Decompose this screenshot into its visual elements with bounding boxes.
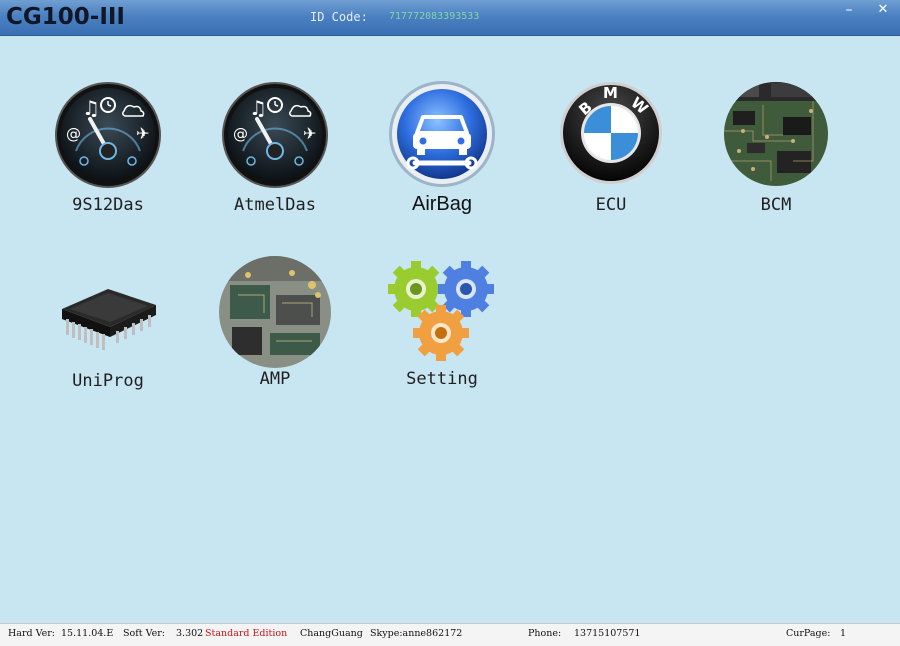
module-uniprog[interactable]: UniProg: [28, 257, 188, 407]
phone-value: 13715107571: [574, 628, 641, 639]
module-label: 9S12Das: [72, 195, 144, 215]
gauge-dashboard-icon: ♫ @ ✈: [222, 82, 328, 188]
bmw-logo-icon: B M W: [560, 82, 662, 184]
company-label: ChangGuang: [300, 628, 363, 639]
gears-icon: [388, 261, 494, 361]
app-title: CG100-III: [6, 4, 125, 30]
circuit-board-icon: [219, 256, 331, 368]
svg-text:@: @: [66, 125, 81, 143]
curpage-label: CurPage:: [786, 628, 831, 639]
module-setting[interactable]: Setting: [362, 259, 522, 409]
phone-label: Phone:: [528, 628, 562, 639]
module-label: AirBag: [411, 193, 473, 215]
module-9s12das[interactable]: ♫ @ ✈ 9S12Das: [28, 81, 188, 231]
module-airbag[interactable]: AirBag: [362, 79, 522, 229]
close-button[interactable]: ✕: [866, 0, 900, 22]
id-code-label: ID Code:: [310, 10, 368, 24]
module-label: UniProg: [72, 371, 144, 391]
module-bcm[interactable]: BCM: [696, 81, 856, 231]
svg-text:✈: ✈: [136, 124, 149, 143]
module-label: ECU: [595, 195, 627, 215]
module-grid: ♫ @ ✈ 9S12Das ♫ @ ✈ AtmelDas AirBag B M …: [0, 37, 900, 623]
svg-text:♫: ♫: [249, 96, 267, 120]
hard-ver-value: 15.11.04.E: [61, 628, 114, 639]
status-bar: Hard Ver: 15.11.04.E Soft Ver: 3.302 Sta…: [0, 623, 900, 646]
module-amp[interactable]: AMP: [195, 255, 355, 405]
module-label: AMP: [259, 369, 291, 389]
bmw-letter: M: [603, 84, 618, 102]
svg-text:@: @: [233, 125, 248, 143]
car-service-icon: [389, 81, 495, 187]
soft-ver-label: Soft Ver:: [123, 628, 165, 639]
module-label: Setting: [406, 369, 478, 389]
id-code-value: 717772083393533: [389, 11, 480, 22]
svg-text:♫: ♫: [82, 96, 100, 120]
circuit-board-icon: [724, 82, 828, 186]
module-label: AtmelDas: [234, 195, 316, 215]
minimize-button[interactable]: –: [832, 0, 866, 22]
svg-text:✈: ✈: [303, 124, 316, 143]
gauge-dashboard-icon: ♫ @ ✈: [55, 82, 161, 188]
curpage-value: 1: [840, 628, 847, 639]
chip-icon: [62, 289, 156, 350]
soft-ver-value: 3.302: [176, 628, 204, 639]
hard-ver-label: Hard Ver:: [8, 628, 55, 639]
module-ecu[interactable]: B M W ECU: [531, 81, 691, 231]
module-atmeldas[interactable]: ♫ @ ✈ AtmelDas: [195, 81, 355, 231]
module-label: BCM: [760, 195, 792, 215]
title-bar: CG100-III ID Code: 717772083393533 – ✕: [0, 0, 900, 36]
edition-label: Standard Edition: [205, 628, 288, 639]
skype-label: Skype:anne862172: [370, 628, 463, 639]
